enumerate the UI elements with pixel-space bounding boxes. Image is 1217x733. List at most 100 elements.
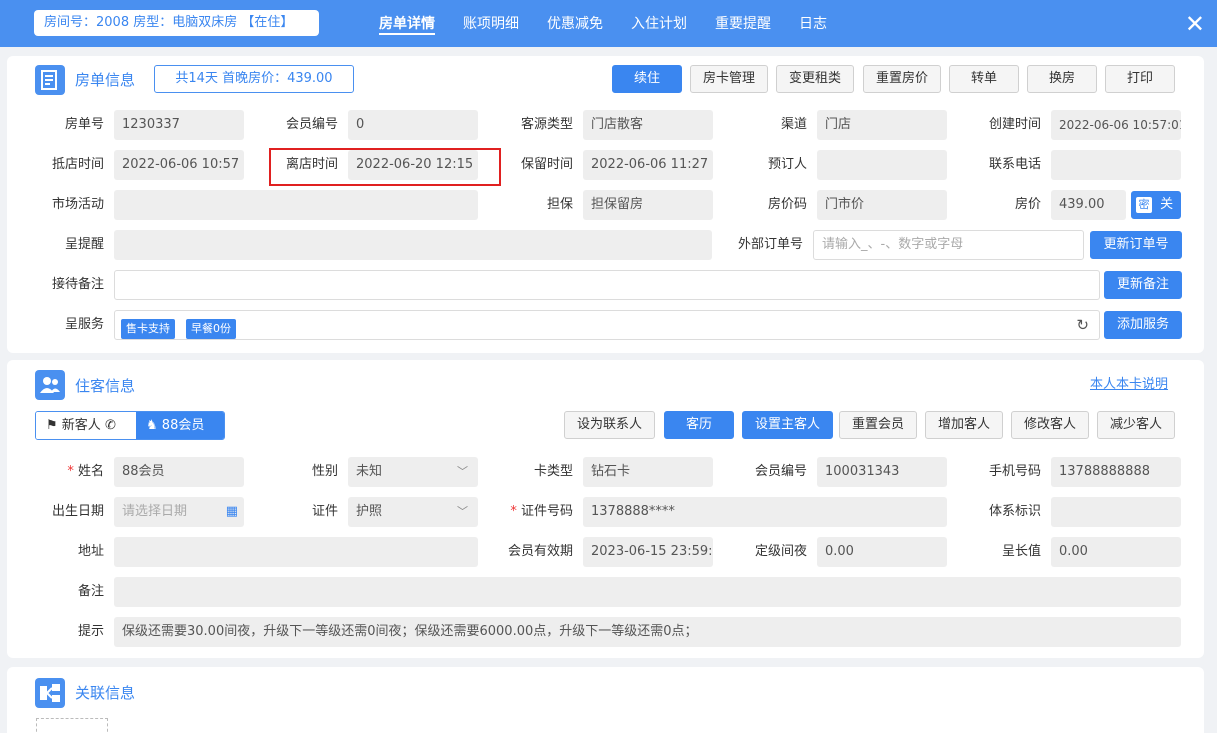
add-guest-button[interactable]: 增加客人 (925, 411, 1003, 439)
add-service-button[interactable]: 添加服务 (1104, 311, 1182, 339)
service-tag-card[interactable]: 售卡支持 (121, 319, 175, 339)
id-type-label: 证件 (311, 504, 338, 519)
hold-time-label: 保留时间 (520, 157, 573, 172)
guest-section-title: 住客信息 (75, 377, 136, 395)
growth-label: 呈长值 (1001, 544, 1041, 559)
top-bar: 房间号：2008 房型：电脑双床房 【在住】 房单详情 账项明细 优惠减免 入住… (0, 0, 1217, 47)
gender-select[interactable]: 未知 ﹀ (348, 457, 478, 487)
mobile-label: 手机号码 (988, 464, 1041, 479)
gender-label: 性别 (311, 464, 338, 479)
services-box[interactable]: 售卡支持 早餐0份 ↻ (114, 310, 1100, 340)
member-no-label: 会员编号 (285, 117, 338, 132)
phone-field (1051, 150, 1181, 180)
order-no-label: 房单号 (64, 117, 104, 132)
created-time-label: 创建时间 (988, 117, 1041, 132)
guest-member-no-field: 100031343 (817, 457, 947, 487)
update-order-no-button[interactable]: 更新订单号 (1090, 231, 1182, 259)
print-button[interactable]: 打印 (1105, 65, 1175, 93)
set-main-guest-button[interactable]: 设置主客人 (742, 411, 833, 439)
remove-guest-button[interactable]: 减少客人 (1097, 411, 1175, 439)
guest-switcher: ⚑ 新客人 ✆ ♞ 88会员 (35, 411, 225, 440)
rate-code-field: 门市价 (817, 190, 947, 220)
guest-info-panel: 住客信息 本人本卡说明 ⚑ 新客人 ✆ ♞ 88会员 设为联系人 客历 设置主客… (7, 360, 1204, 658)
person-walk-icon: ♞ (146, 418, 158, 433)
guest-tab-member[interactable]: ♞ 88会员 (136, 412, 224, 439)
hold-time-field: 2022-06-06 11:27 (583, 150, 713, 180)
reception-note-input[interactable] (114, 270, 1100, 300)
room-card-button[interactable]: 房卡管理 (690, 65, 768, 93)
related-info-panel: 关联信息 (7, 667, 1204, 733)
order-no-field: 1230337 (114, 110, 244, 140)
nights-field: 0.00 (817, 537, 947, 567)
change-rent-type-button[interactable]: 变更租类 (776, 65, 854, 93)
guest-tab-new[interactable]: ⚑ 新客人 ✆ (36, 412, 136, 439)
extend-stay-button[interactable]: 续住 (612, 65, 682, 93)
birthday-picker[interactable]: 请选择日期 ▦ (114, 497, 244, 527)
source-type-field: 门店散客 (583, 110, 713, 140)
tab-order-detail[interactable]: 房单详情 (379, 13, 435, 35)
ext-order-input[interactable]: 请输入_、-、数字或字母 (813, 230, 1084, 260)
guest-tab-new-label: 新客人 (61, 418, 101, 433)
guest-history-button[interactable]: 客历 (664, 411, 734, 439)
flag-icon: ⚑ (46, 418, 58, 433)
reset-member-button[interactable]: 重置会员 (839, 411, 917, 439)
id-no-label: * 证件号码 (510, 504, 573, 519)
address-label: 地址 (77, 544, 104, 559)
booker-field (817, 150, 947, 180)
related-placeholder-box[interactable] (36, 718, 108, 733)
tab-log[interactable]: 日志 (799, 13, 827, 33)
system-id-field (1051, 497, 1181, 527)
birthday-label: 出生日期 (51, 504, 104, 519)
remark-label: 备注 (77, 584, 104, 599)
nights-label: 定级间夜 (754, 544, 807, 559)
activity-field (114, 190, 478, 220)
update-note-button[interactable]: 更新备注 (1104, 271, 1182, 299)
change-room-button[interactable]: 换房 (1027, 65, 1097, 93)
address-field[interactable] (114, 537, 478, 567)
calendar-icon: ▦ (225, 504, 238, 519)
service-tag-breakfast[interactable]: 早餐0份 (186, 319, 236, 339)
id-type-select[interactable]: 护照 ﹀ (348, 497, 478, 527)
mobile-field: 13788888888 (1051, 457, 1181, 487)
member-no-field: 0 (348, 110, 478, 140)
order-info-panel: 房单信息 共14天 首晚房价：439.00 续住 房卡管理 变更租类 重置房价 … (7, 56, 1204, 353)
services-label: 呈服务 (64, 317, 104, 332)
name-field[interactable]: 88会员 (114, 457, 244, 487)
created-time-field: 2022-06-06 10:57:01 (1051, 110, 1181, 140)
refresh-icon[interactable]: ↻ (1076, 311, 1089, 339)
channel-field: 门店 (817, 110, 947, 140)
rate-code-label: 房价码 (767, 197, 807, 212)
hint-label: 提示 (77, 624, 104, 639)
system-id-label: 体系标识 (988, 504, 1041, 519)
id-no-field[interactable]: 1378888**** (583, 497, 947, 527)
hint-text: 保级还需要30.00间夜，升级下一等级还需0间夜；保级还需要6000.00点，升… (114, 617, 1181, 647)
chevron-down-icon: ﹀ (457, 505, 468, 518)
set-contact-button[interactable]: 设为联系人 (564, 411, 655, 439)
channel-label: 渠道 (780, 117, 807, 132)
tab-account-items[interactable]: 账项明细 (463, 13, 519, 33)
guarantee-field: 担保留房 (583, 190, 713, 220)
reset-price-button[interactable]: 重置房价 (863, 65, 941, 93)
depart-time-highlight (269, 148, 501, 186)
own-card-help-link[interactable]: 本人本卡说明 (1090, 373, 1168, 392)
edit-guest-button[interactable]: 修改客人 (1011, 411, 1089, 439)
stay-summary-badge: 共14天 首晚房价：439.00 (154, 65, 354, 93)
secret-icon: 密 (1136, 196, 1152, 213)
price-secret-toggle[interactable]: 密 关 (1131, 191, 1181, 219)
booker-label: 预订人 (767, 157, 807, 172)
expire-label: 会员有效期 (507, 544, 573, 559)
phone-icon: ✆ (104, 418, 116, 433)
chevron-down-icon: ﹀ (457, 465, 468, 478)
source-type-label: 客源类型 (520, 117, 573, 132)
growth-field: 0.00 (1051, 537, 1181, 567)
tab-stay-plan[interactable]: 入住计划 (631, 13, 687, 33)
guest-users-icon (35, 370, 65, 400)
tab-discounts[interactable]: 优惠减免 (547, 13, 603, 33)
transfer-order-button[interactable]: 转单 (949, 65, 1019, 93)
close-icon[interactable]: ✕ (1185, 10, 1205, 38)
price-field: 439.00 (1051, 190, 1126, 220)
reception-note-label: 接待备注 (51, 277, 104, 292)
remark-field[interactable] (114, 577, 1181, 607)
related-section-title: 关联信息 (75, 684, 136, 702)
tab-reminders[interactable]: 重要提醒 (715, 13, 771, 33)
